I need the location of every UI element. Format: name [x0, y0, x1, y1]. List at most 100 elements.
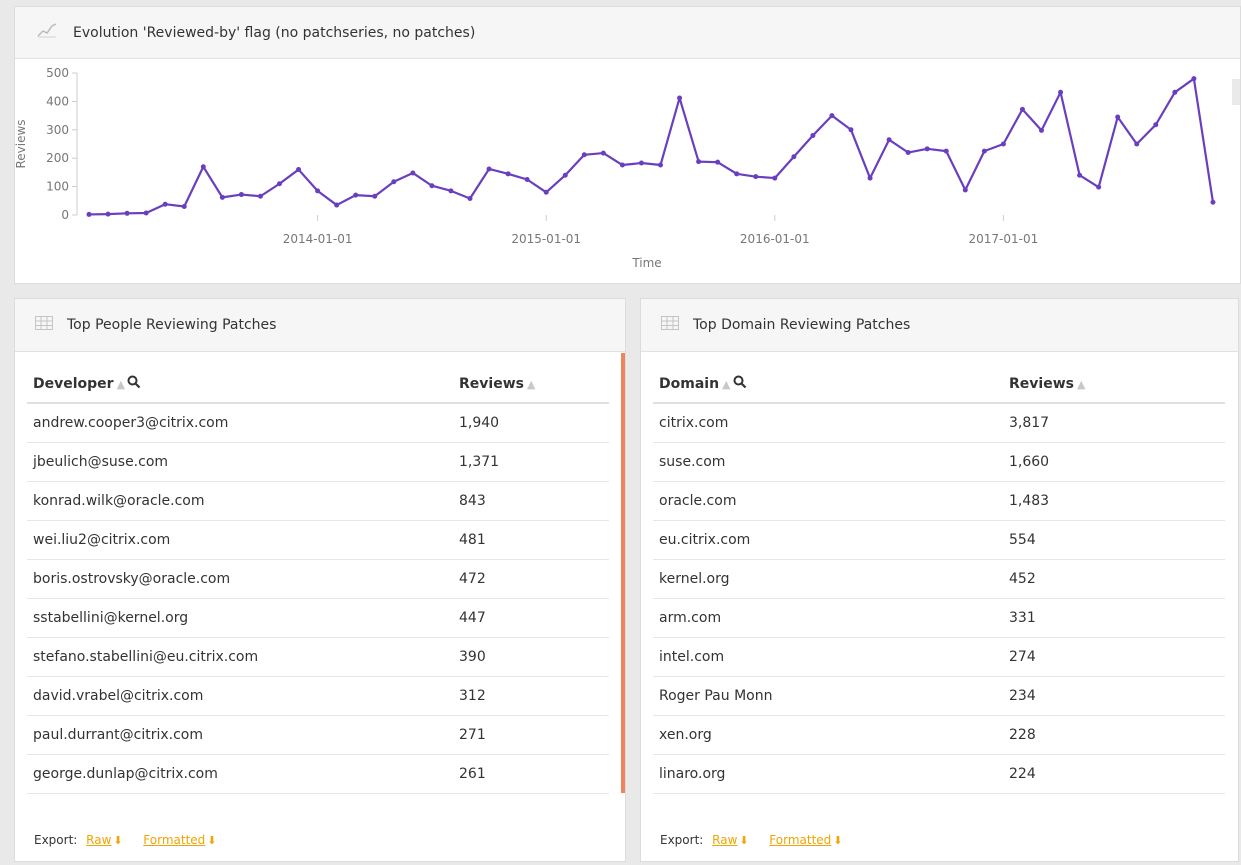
people-table: Developer ▲︎ Reviews ▲︎ andrew.cooper3@cit… [27, 365, 609, 794]
table-row[interactable]: george.dunlap@citrix.com 261 [27, 754, 609, 794]
table-row[interactable]: sstabellini@kernel.org 447 [27, 598, 609, 638]
data-point [772, 175, 778, 181]
sort-icon[interactable]: ▲︎ [722, 378, 730, 391]
row-name-cell: sstabellini@kernel.org [27, 598, 453, 638]
domain-table-body: citrix.com 3,817 suse.com 1,660 oracle.com 1,… [653, 403, 1225, 794]
table-row[interactable]: wei.liu2@citrix.com 481 [27, 520, 609, 560]
row-value-cell: 843 [453, 481, 609, 521]
x-axis-title: Time [631, 256, 661, 270]
table-row[interactable]: eu.citrix.com 554 [653, 520, 1225, 560]
sort-icon[interactable]: ▲︎ [1077, 378, 1085, 391]
row-value-cell: 261 [453, 754, 609, 794]
table-header-row: Developer ▲︎ Reviews ▲︎ [27, 365, 609, 404]
table-row[interactable]: oracle.com 1,483 [653, 481, 1225, 521]
export-raw-link[interactable]: Raw [86, 833, 111, 847]
row-value-cell: 312 [453, 676, 609, 716]
y-tick-label: 500 [46, 66, 69, 80]
table-row[interactable]: boris.ostrovsky@oracle.com 472 [27, 559, 609, 599]
data-point [143, 210, 149, 216]
people-table-body: andrew.cooper3@citrix.com 1,940 jbeulich@s… [27, 403, 609, 794]
domain-panel-title: Top Domain Reviewing Patches [693, 317, 911, 333]
search-icon[interactable] [127, 375, 141, 393]
row-value-cell: 481 [453, 520, 609, 560]
table-header-row: Domain ▲︎ Reviews ▲︎ [653, 365, 1225, 404]
row-value-cell: 554 [1003, 520, 1225, 560]
reviews-column-header[interactable]: Reviews ▲︎ [1003, 365, 1225, 404]
data-point [334, 202, 340, 208]
reviews-header-label: Reviews [1009, 375, 1074, 392]
row-value-cell: 331 [1003, 598, 1225, 638]
data-point [600, 150, 606, 156]
collapse-handle[interactable] [1232, 79, 1240, 105]
y-tick-label: 200 [46, 151, 69, 165]
x-tick-label: 2014-01-01 [283, 232, 353, 246]
search-icon[interactable] [733, 375, 747, 393]
table-row[interactable]: kernel.org 452 [653, 559, 1225, 599]
people-export: Export: Raw ⬇ Formatted ⬇ [34, 833, 217, 847]
table-row[interactable]: intel.com 274 [653, 637, 1225, 677]
domain-column-header[interactable]: Domain ▲︎ [653, 365, 1003, 404]
table-row[interactable]: linaro.org 224 [653, 754, 1225, 794]
reviews-column-header[interactable]: Reviews ▲︎ [453, 365, 609, 404]
x-tick-label: 2016-01-01 [740, 232, 810, 246]
data-point [791, 154, 797, 160]
data-point [448, 188, 454, 194]
row-name-cell: konrad.wilk@oracle.com [27, 481, 453, 521]
domain-export: Export: Raw ⬇ Formatted ⬇ [660, 833, 843, 847]
table-row[interactable]: xen.org 228 [653, 715, 1225, 755]
data-point [257, 193, 263, 199]
row-name-cell: oracle.com [653, 481, 1003, 521]
data-point [981, 148, 987, 154]
row-name-cell: citrix.com [653, 403, 1003, 443]
download-icon[interactable]: ⬇ [207, 834, 216, 847]
table-row[interactable]: david.vrabel@citrix.com 312 [27, 676, 609, 716]
data-point [677, 95, 683, 101]
table-row[interactable]: stefano.stabellini@eu.citrix.com 390 [27, 637, 609, 677]
line-chart[interactable]: 0 100 200 300 400 500 Reviews 2014-01-01 2015-01… [15, 59, 1240, 283]
table-row[interactable]: citrix.com 3,817 [653, 403, 1225, 443]
data-point [848, 127, 854, 133]
row-value-cell: 271 [453, 715, 609, 755]
data-point [1134, 141, 1140, 147]
sort-icon[interactable]: ▲︎ [117, 378, 125, 391]
row-name-cell: wei.liu2@citrix.com [27, 520, 453, 560]
row-name-cell: jbeulich@suse.com [27, 442, 453, 482]
data-point [486, 166, 492, 172]
data-point [753, 174, 759, 180]
row-value-cell: 1,940 [453, 403, 609, 443]
table-row[interactable]: konrad.wilk@oracle.com 843 [27, 481, 609, 521]
scrollbar[interactable] [621, 353, 625, 793]
data-point [1077, 172, 1083, 178]
row-value-cell: 1,371 [453, 442, 609, 482]
y-tick-label: 0 [61, 208, 69, 222]
export-formatted-link[interactable]: Formatted [769, 833, 831, 847]
table-row[interactable]: paul.durrant@citrix.com 271 [27, 715, 609, 755]
row-name-cell: david.vrabel@citrix.com [27, 676, 453, 716]
data-point [181, 203, 187, 209]
data-point [429, 183, 435, 189]
table-row[interactable]: Roger Pau Monn 234 [653, 676, 1225, 716]
y-tick-label: 300 [46, 123, 69, 137]
download-icon[interactable]: ⬇ [833, 834, 842, 847]
developer-column-header[interactable]: Developer ▲︎ [27, 365, 453, 404]
domain-header-label: Domain [659, 375, 720, 392]
export-label: Export: [660, 833, 704, 847]
download-icon[interactable]: ⬇ [113, 834, 122, 847]
export-formatted-link[interactable]: Formatted [143, 833, 205, 847]
row-name-cell: intel.com [653, 637, 1003, 677]
data-point [696, 159, 702, 165]
sort-icon[interactable]: ▲︎ [527, 378, 535, 391]
export-raw-link[interactable]: Raw [712, 833, 737, 847]
row-value-cell: 447 [453, 598, 609, 638]
data-point [467, 196, 473, 202]
table-row[interactable]: andrew.cooper3@citrix.com 1,940 [27, 403, 609, 443]
data-point [1191, 76, 1197, 82]
data-point [829, 113, 835, 119]
table-row[interactable]: arm.com 331 [653, 598, 1225, 638]
developer-header-label: Developer [33, 375, 114, 392]
download-icon[interactable]: ⬇ [739, 834, 748, 847]
table-row[interactable]: suse.com 1,660 [653, 442, 1225, 482]
row-value-cell: 452 [1003, 559, 1225, 599]
row-name-cell: Roger Pau Monn [653, 676, 1003, 716]
table-row[interactable]: jbeulich@suse.com 1,371 [27, 442, 609, 482]
